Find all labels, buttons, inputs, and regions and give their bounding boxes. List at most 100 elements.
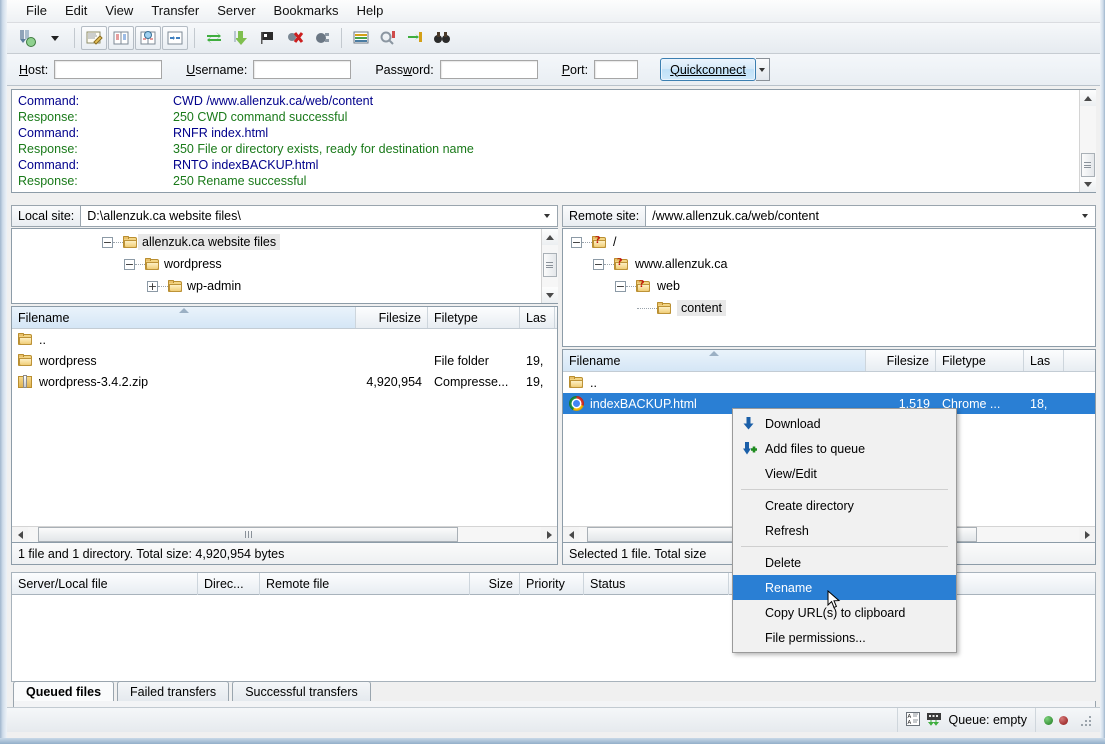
host-input[interactable] <box>54 60 163 79</box>
scroll-down-icon[interactable] <box>541 287 558 303</box>
menu-item-view[interactable]: View <box>96 1 142 21</box>
column-header-filename[interactable]: Filename <box>563 350 866 371</box>
reconnect-icon[interactable] <box>309 26 335 50</box>
tab-failed-transfers[interactable]: Failed transfers <box>117 681 230 702</box>
scroll-thumb[interactable] <box>1080 153 1095 177</box>
context-menu-item-delete[interactable]: Delete <box>733 550 956 575</box>
password-input[interactable] <box>439 60 538 79</box>
filter-icon[interactable] <box>348 26 374 50</box>
context-menu-item-download[interactable]: Download <box>733 411 956 436</box>
remote-tree-item-root[interactable]: − ? / <box>563 231 1095 253</box>
remote-tree-item-www-allenzuk-ca[interactable]: − ? www.allenzuk.ca <box>563 253 1095 275</box>
status-bar-transfer-cell[interactable]: A A Queue: empty <box>897 708 1035 732</box>
toggle-remote-tree-icon[interactable] <box>135 26 161 50</box>
menu-item-help[interactable]: Help <box>348 1 393 21</box>
local-tree-item-wordpress[interactable]: − wordpress <box>12 253 541 275</box>
tree-collapse-icon[interactable]: − <box>571 236 582 248</box>
context-menu-item-refresh[interactable]: Refresh <box>733 518 956 543</box>
scroll-right-icon[interactable] <box>541 527 557 542</box>
menu-item-transfer[interactable]: Transfer <box>142 1 208 21</box>
scroll-down-icon[interactable] <box>1079 176 1096 192</box>
scroll-left-icon[interactable] <box>563 527 579 542</box>
local-directory-tree[interactable]: − allenzuk.ca website files − wordpress … <box>11 228 558 304</box>
column-header-filesize[interactable]: Filesize <box>356 307 428 328</box>
context-menu-item-rename[interactable]: Rename <box>733 575 956 600</box>
toggle-message-log-icon[interactable] <box>81 26 107 50</box>
scroll-thumb[interactable] <box>542 253 557 277</box>
tree-collapse-icon[interactable]: − <box>615 280 626 292</box>
refresh-icon[interactable] <box>201 26 227 50</box>
column-header-filetype[interactable]: Filetype <box>936 350 1024 371</box>
quickconnect-button[interactable]: Quickconnect <box>660 58 756 81</box>
column-header-direction[interactable]: Direc... <box>198 573 260 595</box>
resize-grip-icon[interactable] <box>1078 713 1092 727</box>
local-file-row-parent[interactable]: .. <box>12 329 557 350</box>
local-site-path-combo[interactable]: D:\allenzuk.ca website files\ <box>81 205 558 227</box>
remote-file-context-menu[interactable]: Download Add files to queue View/Edit Cr… <box>732 408 957 653</box>
toggle-local-tree-icon[interactable] <box>108 26 134 50</box>
scroll-right-icon[interactable] <box>1079 527 1095 542</box>
remote-directory-tree[interactable]: − ? / − ? www.allenzuk.ca − ? web conten… <box>562 228 1096 347</box>
search-remote-files-icon[interactable] <box>429 26 455 50</box>
context-menu-item-view-edit[interactable]: View/Edit <box>733 461 956 486</box>
remote-tree-item-web[interactable]: − ? web <box>563 275 1095 297</box>
scroll-up-icon[interactable] <box>1079 90 1096 106</box>
site-manager-icon[interactable] <box>15 26 41 50</box>
local-tree-item-allenzukca-website-files[interactable]: − allenzuk.ca website files <box>12 231 541 253</box>
column-header-filetype[interactable]: Filetype <box>428 307 520 328</box>
column-header-size[interactable]: Size <box>470 573 520 595</box>
scroll-thumb[interactable] <box>38 527 458 542</box>
context-menu-item-add-files-to-queue[interactable]: Add files to queue <box>733 436 956 461</box>
message-log-list[interactable]: Command: CWD /www.allenzuk.ca/web/conten… <box>12 90 1079 192</box>
chevron-down-icon[interactable] <box>1077 208 1093 224</box>
tree-collapse-icon[interactable]: − <box>593 258 604 270</box>
column-header-lastmodified[interactable]: Las <box>1024 350 1064 371</box>
column-header-server-local-file[interactable]: Server/Local file <box>12 573 198 595</box>
scroll-track[interactable] <box>1079 106 1096 177</box>
message-log-scrollbar[interactable] <box>1079 90 1096 192</box>
chevron-down-icon[interactable] <box>539 208 555 224</box>
local-tree-scrollbar[interactable] <box>541 229 558 303</box>
tree-expand-icon[interactable]: + <box>147 280 158 292</box>
scroll-up-icon[interactable] <box>541 229 558 245</box>
username-input[interactable] <box>253 60 352 79</box>
local-file-list-body[interactable]: .. wordpress File folder 19, wordpress-3… <box>12 329 557 526</box>
local-file-row-wordpress[interactable]: wordpress File folder 19, <box>12 350 557 371</box>
menu-item-edit[interactable]: Edit <box>56 1 96 21</box>
dropdown-caret-icon[interactable] <box>42 26 68 50</box>
column-header-status[interactable]: Status <box>584 573 729 595</box>
column-header-lastmodified[interactable]: Las <box>520 307 555 328</box>
context-menu-item-file-permissions[interactable]: File permissions... <box>733 625 956 650</box>
local-file-list[interactable]: Filename Filesize Filetype Las .. wordpr… <box>11 306 558 543</box>
local-tree-list[interactable]: − allenzuk.ca website files − wordpress … <box>12 229 541 303</box>
column-header-filename[interactable]: Filename <box>12 307 356 328</box>
disconnect-icon[interactable] <box>282 26 308 50</box>
remote-file-row-parent[interactable]: .. <box>563 372 1095 393</box>
port-input[interactable] <box>594 60 639 79</box>
local-tree-item-wp-admin[interactable]: + wp-admin <box>12 275 541 297</box>
tree-collapse-icon[interactable]: − <box>124 258 135 270</box>
compare-directories-icon[interactable] <box>375 26 401 50</box>
toggle-transfer-queue-icon[interactable] <box>162 26 188 50</box>
scroll-left-icon[interactable] <box>12 527 28 542</box>
menu-item-file[interactable]: File <box>17 1 56 21</box>
context-menu-item-copy-urls-to-clipboard[interactable]: Copy URL(s) to clipboard <box>733 600 956 625</box>
tab-queued-files[interactable]: Queued files <box>13 681 115 702</box>
quickconnect-dropdown-button[interactable] <box>755 58 770 81</box>
local-file-list-hscrollbar[interactable] <box>12 526 557 542</box>
remote-site-path-combo[interactable]: /www.allenzuk.ca/web/content <box>646 205 1096 227</box>
menu-item-server[interactable]: Server <box>208 1 264 21</box>
tab-successful-transfers[interactable]: Successful transfers <box>232 681 371 702</box>
tree-collapse-icon[interactable]: − <box>102 236 113 248</box>
context-menu-item-create-directory[interactable]: Create directory <box>733 493 956 518</box>
menu-item-bookmarks[interactable]: Bookmarks <box>265 1 348 21</box>
column-header-remote-file[interactable]: Remote file <box>260 573 470 595</box>
synchronized-browsing-icon[interactable] <box>402 26 428 50</box>
scroll-track[interactable] <box>541 245 558 287</box>
local-file-row-wordpress-zip[interactable]: wordpress-3.4.2.zip 4,920,954 Compresse.… <box>12 371 557 392</box>
process-queue-icon[interactable] <box>228 26 254 50</box>
cancel-operation-icon[interactable] <box>255 26 281 50</box>
remote-tree-list[interactable]: − ? / − ? www.allenzuk.ca − ? web conten… <box>563 229 1095 346</box>
column-header-priority[interactable]: Priority <box>520 573 584 595</box>
column-header-filesize[interactable]: Filesize <box>866 350 936 371</box>
